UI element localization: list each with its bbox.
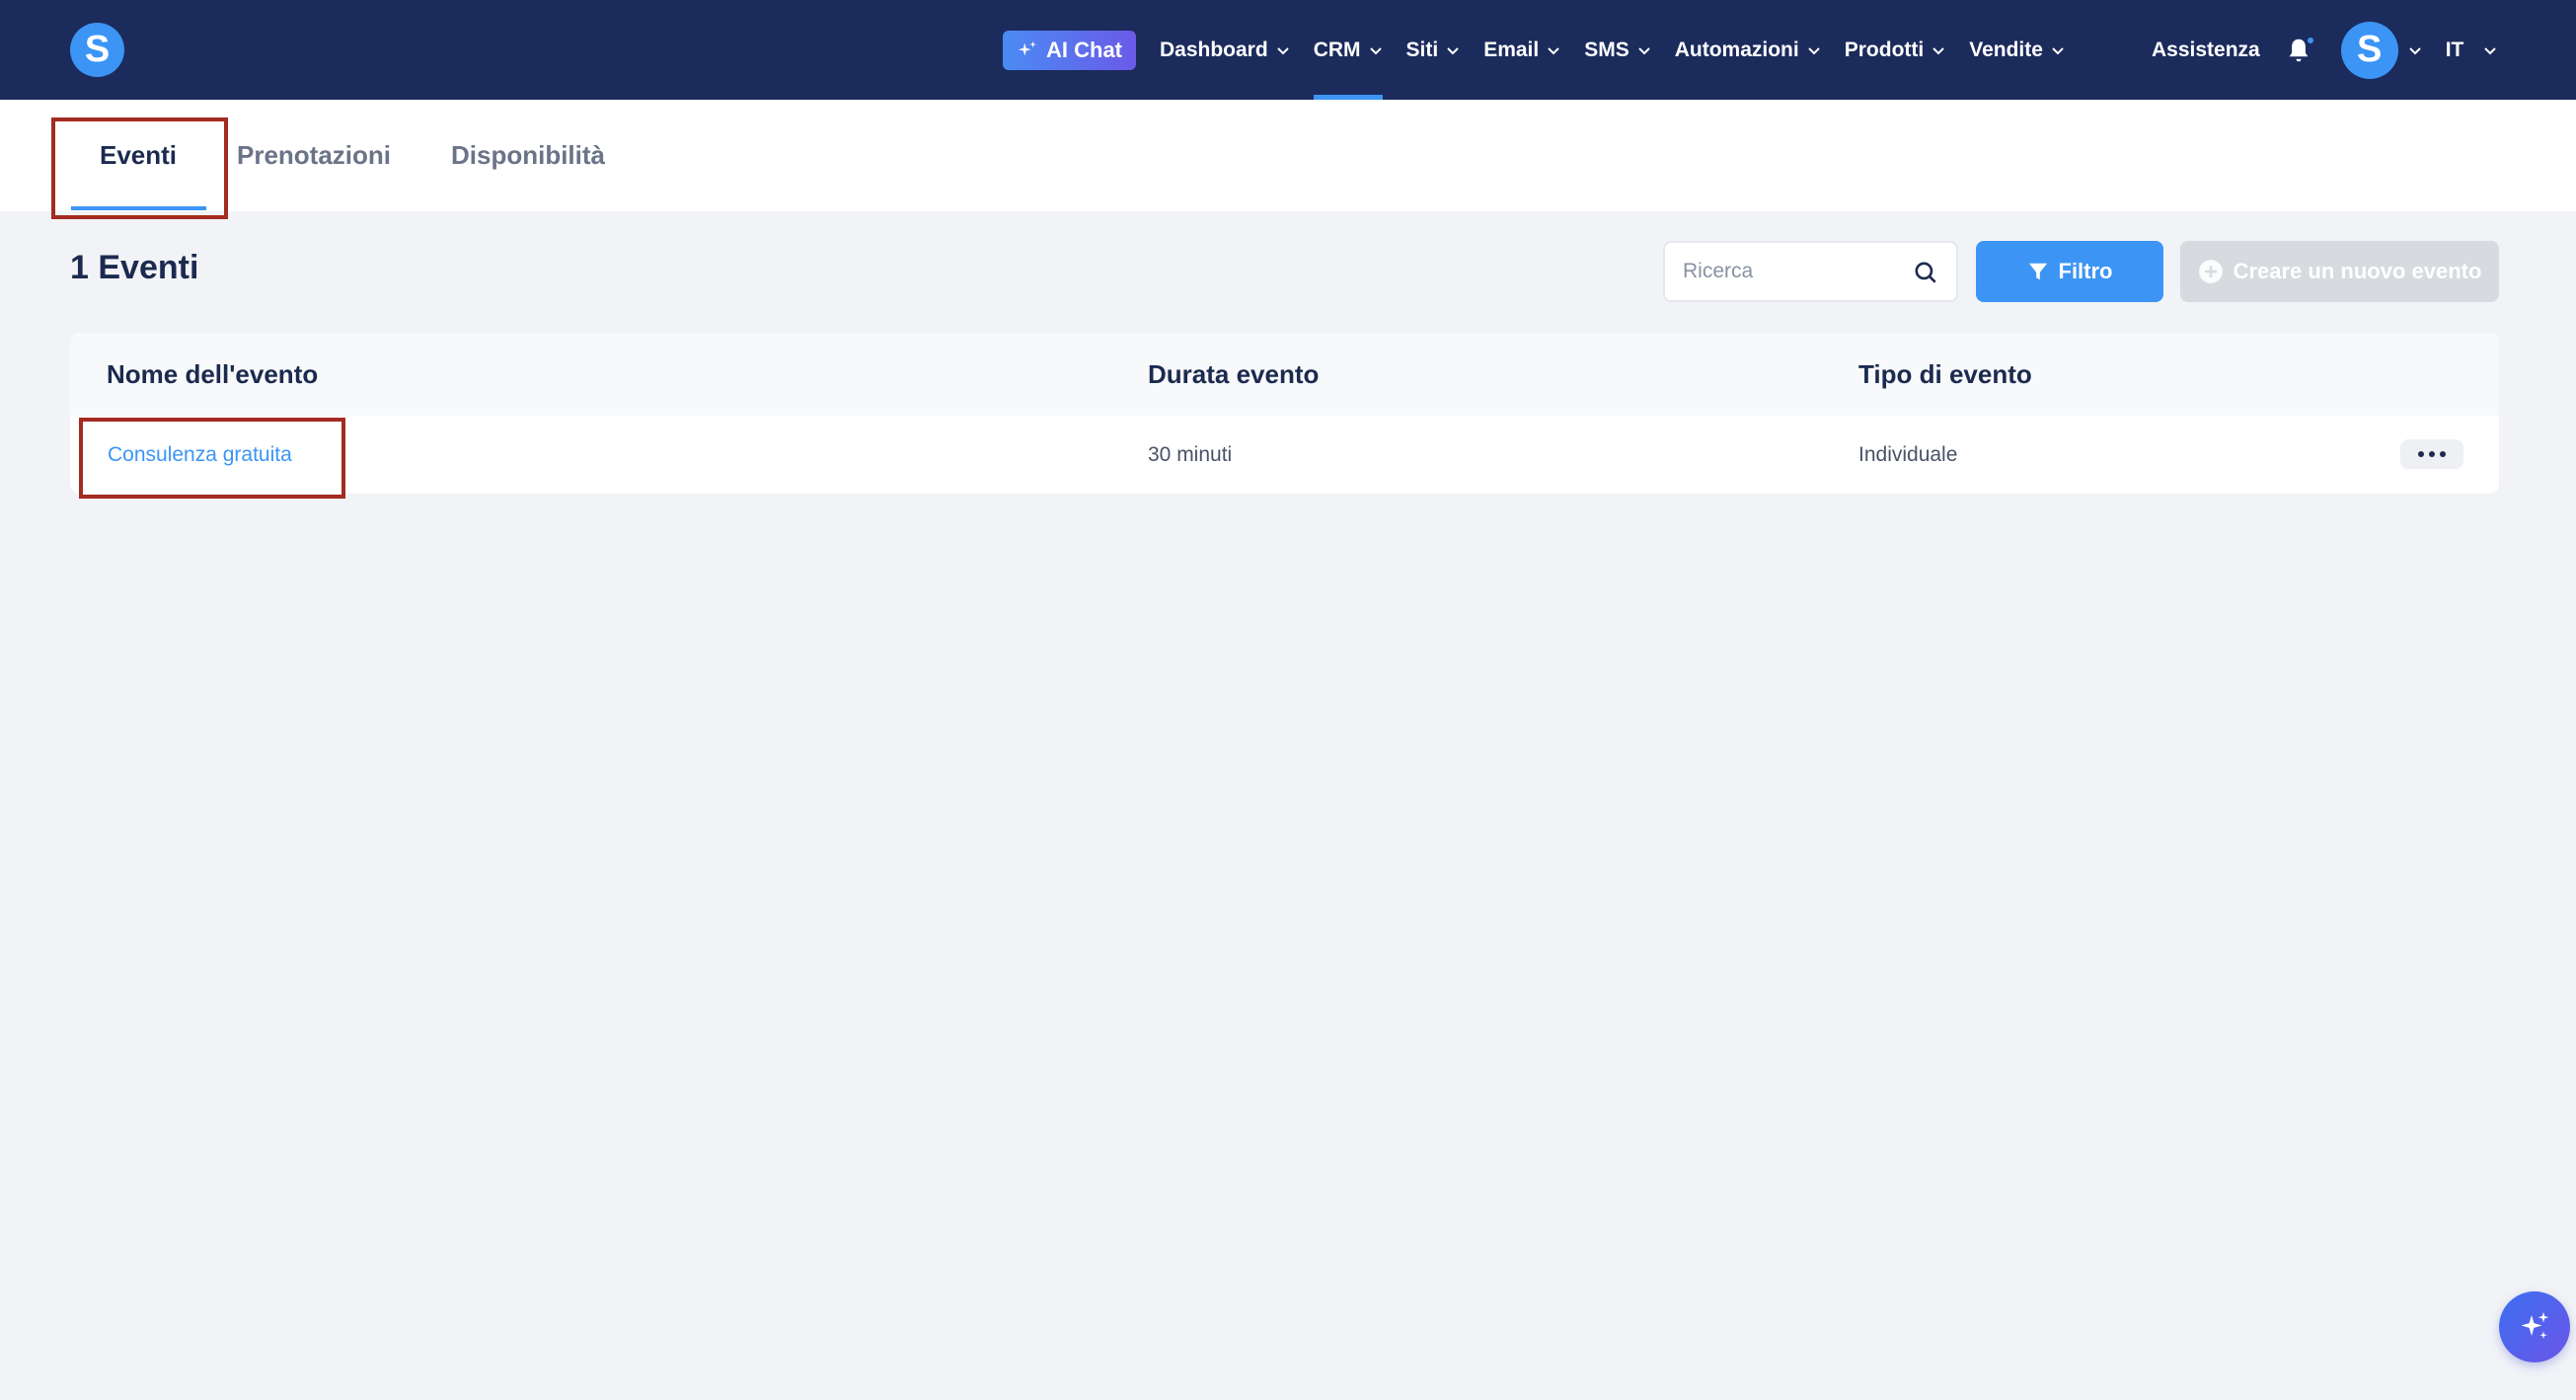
chevron-down-icon (1276, 46, 1289, 54)
language-selector[interactable]: IT (2446, 39, 2464, 62)
events-table: Nome dell'evento Durata evento Tipo di e… (70, 333, 2499, 494)
tabs-bar: Eventi Prenotazioni Disponibilità (0, 100, 2576, 211)
nav-siti-label: Siti (1405, 38, 1439, 61)
nav-vendite[interactable]: Vendite (1969, 0, 2065, 100)
highlight-box-tab (51, 117, 228, 219)
filter-button-label: Filtro (2058, 259, 2113, 283)
nav-automazioni-label: Automazioni (1674, 38, 1799, 61)
table-header: Nome dell'evento Durata evento Tipo di e… (70, 333, 2499, 416)
table-row: Consulenza gratuita 30 minuti Individual… (70, 416, 2499, 494)
search-icon[interactable] (1913, 260, 1938, 285)
create-event-label: Creare un nuovo evento (2233, 259, 2482, 283)
avatar[interactable]: S (2340, 21, 2398, 79)
notifications-button[interactable] (2284, 35, 2315, 65)
sparkle-icon (1018, 40, 1036, 55)
search-box (1663, 241, 1958, 302)
sparkle-icon (2521, 1312, 2549, 1339)
plus-circle-icon (2198, 260, 2223, 283)
chevron-down-icon (1447, 46, 1459, 54)
ai-chat-button[interactable]: AI Chat (1003, 30, 1136, 70)
tab-prenotazioni[interactable]: Prenotazioni (237, 100, 391, 211)
column-header-name: Nome dell'evento (107, 358, 319, 389)
ai-chat-label: AI Chat (1046, 37, 1122, 62)
highlight-box-event (79, 418, 345, 499)
nav-automazioni[interactable]: Automazioni (1675, 0, 1821, 100)
nav-dashboard-label: Dashboard (1160, 38, 1268, 61)
dot (2429, 451, 2435, 457)
nav-sms[interactable]: SMS (1584, 0, 1651, 100)
header-actions: Assistenza S IT (2152, 0, 2521, 100)
chevron-down-icon[interactable] (2483, 43, 2497, 57)
chevron-down-icon (1932, 46, 1944, 54)
nav-siti[interactable]: Siti (1406, 0, 1461, 100)
top-navigation-bar: S AI Chat Dashboard CRM Siti Email SMS A… (0, 0, 2576, 100)
ai-assistant-fab[interactable] (2499, 1291, 2570, 1362)
chevron-down-icon (1808, 46, 1820, 54)
chevron-down-icon (2052, 46, 2064, 54)
page-title: 1 Eventi (70, 249, 199, 286)
create-event-button[interactable]: Creare un nuovo evento (2180, 241, 2499, 302)
column-header-type: Tipo di evento (1858, 358, 2032, 389)
main-nav: AI Chat Dashboard CRM Siti Email SMS Aut… (1003, 0, 2088, 100)
event-duration: 30 minuti (1148, 442, 1233, 466)
nav-crm-label: CRM (1313, 38, 1361, 61)
nav-prodotti-label: Prodotti (1844, 38, 1925, 61)
column-header-duration: Durata evento (1148, 358, 1320, 389)
dot (2418, 451, 2424, 457)
event-type: Individuale (1858, 442, 1958, 466)
nav-vendite-label: Vendite (1969, 38, 2043, 61)
chevron-down-icon (1638, 46, 1650, 54)
nav-dashboard[interactable]: Dashboard (1160, 0, 1290, 100)
nav-sms-label: SMS (1584, 38, 1629, 61)
filter-icon (2028, 263, 2047, 280)
chevron-down-icon[interactable] (2408, 43, 2422, 57)
chevron-down-icon (1548, 46, 1559, 54)
nav-email-label: Email (1483, 38, 1540, 61)
assistenza-link[interactable]: Assistenza (2152, 39, 2260, 62)
tab-disponibilita[interactable]: Disponibilità (451, 100, 605, 211)
chevron-down-icon (1369, 46, 1382, 54)
more-options-button[interactable] (2400, 439, 2463, 469)
nav-email[interactable]: Email (1483, 0, 1560, 100)
notification-dot (2305, 35, 2315, 45)
app-logo[interactable]: S (70, 23, 124, 77)
filter-button[interactable]: Filtro (1976, 241, 2163, 302)
nav-crm[interactable]: CRM (1313, 0, 1383, 100)
dot (2440, 451, 2446, 457)
search-input[interactable] (1683, 243, 1910, 300)
nav-prodotti[interactable]: Prodotti (1845, 0, 1945, 100)
